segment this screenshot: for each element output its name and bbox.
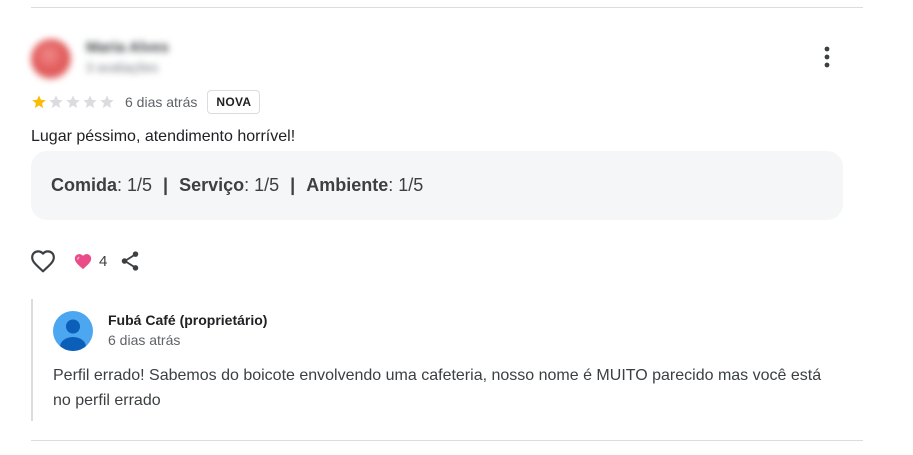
more-vert-icon <box>824 46 830 68</box>
bottom-divider <box>31 440 863 441</box>
subrating-separator: | <box>290 175 296 195</box>
subrating-label-food: Comida <box>51 175 118 195</box>
new-badge: NOVA <box>207 90 261 114</box>
rating-row: 6 dias atrás NOVA <box>31 90 261 114</box>
subrating-value-ambience: : 1/5 <box>388 175 424 195</box>
share-button[interactable] <box>117 248 143 274</box>
reviewer-header[interactable]: Maria Alves 3 avaliações <box>31 37 451 79</box>
subrating-label-service: Serviço <box>179 175 245 195</box>
reaction-summary[interactable]: 4 <box>73 252 107 270</box>
like-button[interactable] <box>29 247 57 275</box>
reviewer-name[interactable]: Maria Alves <box>86 39 169 56</box>
person-avatar-icon[interactable] <box>53 311 93 351</box>
owner-name: Fubá Café (proprietário) <box>108 312 268 328</box>
review-time: 6 dias atrás <box>125 94 198 110</box>
subrating-value-service: : 1/5 <box>244 175 280 195</box>
star-empty-icon <box>66 95 80 108</box>
reviewer-avatar[interactable] <box>31 39 71 79</box>
subrating-separator: | <box>163 175 169 195</box>
heart-filled-icon <box>74 254 92 270</box>
owner-response: Fubá Café (proprietário) 6 dias atrás Pe… <box>31 299 843 421</box>
subratings-box: Comida: 1/5 | Serviço: 1/5 | Ambiente: 1… <box>31 151 843 220</box>
star-empty-icon <box>83 95 97 108</box>
subrating-label-ambience: Ambiente <box>306 175 389 195</box>
review-text: Lugar péssimo, atendimento horrível! <box>31 128 296 145</box>
more-options-button[interactable] <box>812 42 842 72</box>
star-empty-icon <box>100 95 114 108</box>
share-icon <box>122 251 139 271</box>
star-rating <box>31 94 115 110</box>
review-actions: 4 <box>29 246 143 276</box>
star-filled-icon <box>32 95 46 108</box>
reaction-count: 4 <box>99 252 108 270</box>
star-empty-icon <box>49 95 63 108</box>
top-divider <box>31 7 863 8</box>
subrating-value-food: : 1/5 <box>117 175 153 195</box>
heart-outline-icon <box>31 250 55 273</box>
owner-response-time: 6 dias atrás <box>108 332 181 348</box>
reviewer-review-count: 3 avaliações <box>86 60 159 75</box>
owner-response-text: Perfil errado! Sabemos do boicote envolv… <box>53 367 822 409</box>
